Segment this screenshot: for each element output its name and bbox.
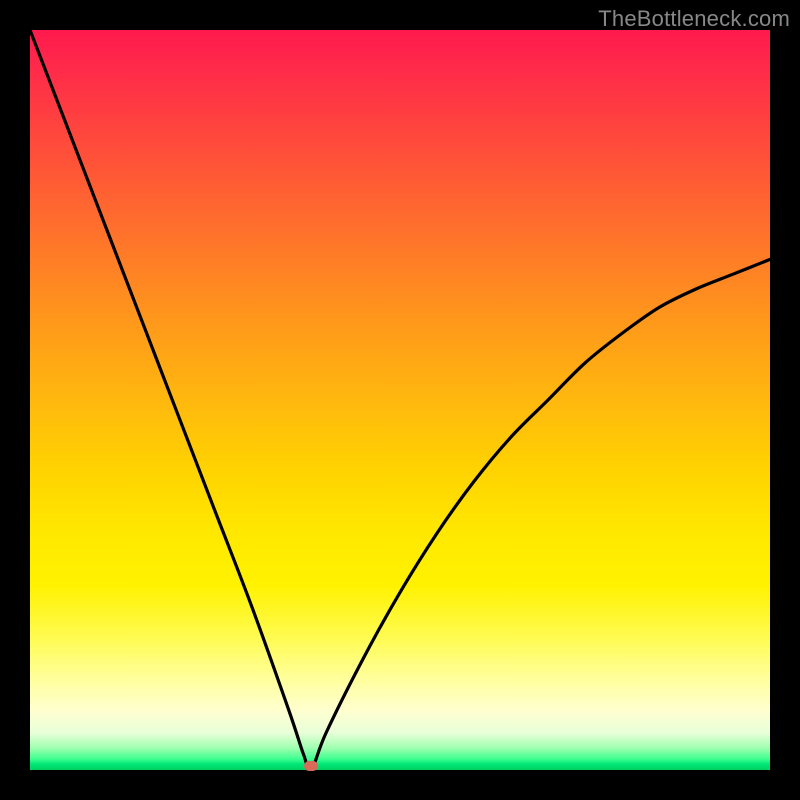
bottleneck-curve <box>30 30 770 770</box>
plot-area <box>30 30 770 770</box>
minimum-marker <box>304 761 318 771</box>
curve-svg <box>30 30 770 770</box>
watermark-text: TheBottleneck.com <box>598 6 790 32</box>
chart-container: TheBottleneck.com <box>0 0 800 800</box>
